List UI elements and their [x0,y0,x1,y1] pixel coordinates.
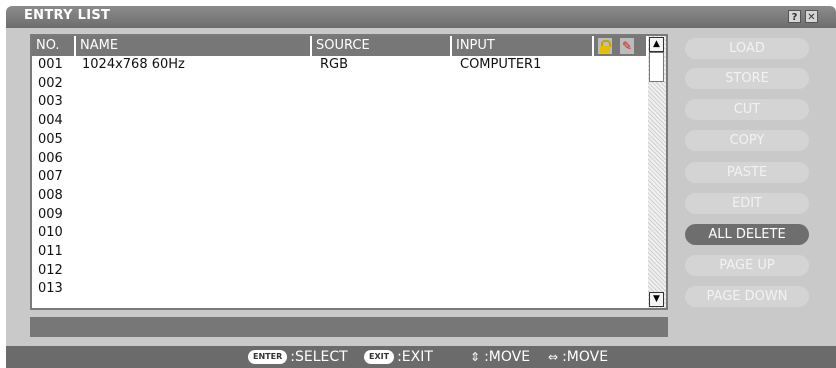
copy-button[interactable]: COPY [685,130,809,151]
header-no: NO. [32,36,76,56]
table-row[interactable]: 004 [32,112,648,130]
footer-hints: ENTER :SELECT EXIT :EXIT ⇕ :MOVE ⇔ :MOVE [6,346,836,368]
scroll-down-arrow-icon[interactable]: ▼ [649,292,664,307]
all-delete-button[interactable]: ALL DELETE [685,224,809,245]
cell-no: 008 [38,187,63,203]
status-bar [30,317,668,337]
load-button[interactable]: LOAD [685,38,809,59]
help-button[interactable]: ? [788,10,801,23]
cell-name: 1024x768 60Hz [82,57,185,72]
table-row[interactable]: 007 [32,168,648,186]
table-row[interactable]: 008 [32,187,648,205]
cell-no: 002 [38,75,63,91]
table-row[interactable]: 013 [32,280,648,298]
table-header: NO. NAME SOURCE INPUT ✎ [32,36,666,56]
page-up-button[interactable]: PAGE UP [685,255,809,276]
hint-move-horizontal-label: :MOVE [562,349,609,365]
close-button[interactable]: ✕ [805,10,818,23]
cell-no: 011 [38,244,63,259]
cell-no: 010 [38,225,63,241]
table-row[interactable]: 012 [32,262,648,280]
hint-move-vertical: ⇕ :MOVE [470,349,530,365]
cell-no: 009 [38,206,63,222]
table-row[interactable]: 011 [32,243,648,261]
table-row[interactable]: 006 [32,150,648,168]
paste-button[interactable]: PASTE [685,162,809,183]
hint-select-label: :SELECT [290,349,348,365]
hint-exit-label: :EXIT [397,349,433,365]
wrench-icon: ✎ [620,38,634,54]
cell-no: 003 [38,94,63,110]
cell-no: 007 [38,169,63,185]
hint-move-horizontal: ⇔ :MOVE [548,349,608,365]
table-row[interactable]: 005 [32,131,648,149]
cell-no: 005 [38,131,63,147]
cell-no: 001 [38,57,63,72]
leftright-arrow-icon: ⇔ [548,350,559,364]
enter-key-icon: ENTER [248,350,288,364]
cut-button[interactable]: CUT [685,99,809,120]
cell-no: 004 [38,113,63,129]
entry-list-window: ENTRY LIST ? ✕ NO. NAME SOURCE INPUT ✎ 0… [6,6,836,368]
title-bar: ENTRY LIST ? ✕ [6,6,836,28]
cell-no: 006 [38,150,63,166]
table-row[interactable]: 010 [32,224,648,242]
store-button[interactable]: STORE [685,68,809,89]
entry-list-table: NO. NAME SOURCE INPUT ✎ 001 1024x768 60Hz… [30,34,668,310]
cell-no: 013 [38,281,63,297]
header-source: SOURCE [312,36,452,56]
edit-button[interactable]: EDIT [685,193,809,214]
table-row[interactable]: 009 [32,206,648,224]
window-title: ENTRY LIST [24,8,111,23]
page-down-button[interactable]: PAGE DOWN [685,286,809,307]
table-row[interactable]: 003 [32,93,648,111]
hint-move-vertical-label: :MOVE [484,349,531,365]
cell-source: RGB [320,57,349,72]
lock-icon [598,38,612,54]
header-name: NAME [76,36,312,56]
cell-no: 012 [38,262,63,278]
table-row[interactable]: 002 [32,75,648,93]
scroll-up-arrow-icon[interactable]: ▲ [649,37,664,52]
header-input: INPUT [452,36,594,56]
updown-arrow-icon: ⇕ [470,350,481,364]
exit-key-icon: EXIT [364,350,395,364]
hint-exit: EXIT :EXIT [364,349,433,365]
table-row[interactable]: 001 1024x768 60Hz RGB COMPUTER1 [32,56,648,74]
scrollbar[interactable]: ▲ ▼ [648,36,666,308]
hint-select: ENTER :SELECT [248,349,348,365]
cell-input: COMPUTER1 [460,57,542,72]
scroll-thumb[interactable] [649,52,664,82]
